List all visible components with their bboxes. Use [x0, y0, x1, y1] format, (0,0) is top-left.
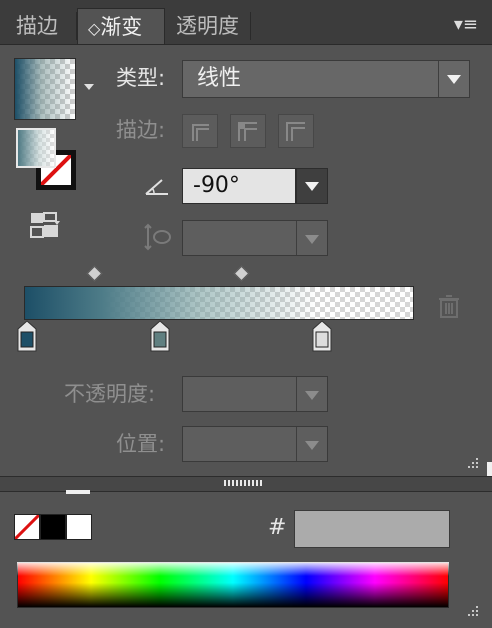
dropdown-arrow: [296, 221, 327, 255]
dropdown-arrow: [438, 61, 469, 97]
fill-swatch[interactable]: [16, 128, 56, 168]
stroke-across-icon: [286, 122, 305, 141]
resize-grip-icon[interactable]: [464, 604, 480, 620]
black-swatch[interactable]: [40, 514, 66, 540]
panel-menu-icon[interactable]: ▾≡: [454, 16, 478, 34]
stroke-along-icon: [238, 122, 257, 141]
angle-input[interactable]: -90°: [182, 168, 296, 204]
tab-collapse-icon: ◇: [88, 19, 101, 38]
gradient-stop[interactable]: [17, 320, 37, 352]
white-swatch[interactable]: [66, 514, 92, 540]
stroke-across-button[interactable]: [278, 114, 314, 148]
dropdown-arrow: [296, 377, 327, 411]
stroke-within-icon: [192, 124, 209, 141]
none-swatch[interactable]: [13, 513, 41, 541]
stroke-label: 描边:: [116, 118, 166, 142]
tab-stroke-label: 描边: [16, 14, 58, 38]
chevron-down-icon: [305, 182, 319, 191]
aspect-ratio-dropdown[interactable]: [182, 220, 328, 256]
reverse-gradient-icon[interactable]: [30, 212, 60, 238]
angle-dropdown-button[interactable]: [296, 168, 328, 204]
chevron-down-icon: [305, 441, 319, 450]
hex-input[interactable]: [294, 510, 450, 548]
tab-stroke[interactable]: 描边: [6, 8, 68, 44]
resize-grip-icon[interactable]: [464, 456, 480, 472]
stroke-within-button[interactable]: [182, 114, 218, 148]
delete-stop-icon[interactable]: [438, 294, 460, 318]
none-icon: [13, 513, 41, 541]
type-value: 线性: [197, 66, 242, 91]
gradient-midpoint-diamond[interactable]: [86, 265, 103, 282]
gradient-presets-arrow-icon[interactable]: [84, 84, 94, 90]
tab-gradient[interactable]: ◇渐变: [77, 8, 165, 44]
divider-grip-icon[interactable]: [224, 480, 264, 486]
tab-transparency-label: 透明度: [176, 14, 239, 38]
chevron-down-icon: [305, 391, 319, 400]
opacity-dropdown[interactable]: [182, 376, 328, 412]
aspect-ratio-icon: [144, 223, 171, 251]
panel-tab-nub: [66, 490, 90, 494]
gradient-stop[interactable]: [312, 320, 332, 352]
angle-icon: [145, 179, 168, 195]
chevron-down-icon: [305, 235, 319, 244]
hex-label: #: [268, 515, 287, 540]
tab-gradient-label: 渐变: [100, 15, 143, 39]
gradient-thumbnail[interactable]: [14, 58, 76, 120]
angle-value: -90°: [193, 173, 240, 198]
spectrum-highlight: [17, 562, 449, 576]
opacity-label: 不透明度:: [64, 382, 156, 406]
stroke-along-button[interactable]: [230, 114, 266, 148]
type-dropdown[interactable]: 线性: [182, 60, 470, 98]
chevron-down-icon: [447, 75, 461, 84]
location-dropdown[interactable]: [182, 426, 328, 462]
location-label: 位置:: [116, 432, 166, 456]
gradient-stop[interactable]: [150, 320, 170, 352]
type-label: 类型:: [116, 66, 166, 90]
gradient-midpoint-diamond[interactable]: [233, 265, 250, 282]
tab-transparency[interactable]: 透明度: [166, 8, 249, 44]
gradient-slider[interactable]: [24, 286, 414, 320]
dropdown-arrow: [296, 427, 327, 461]
tab-separator: [250, 12, 251, 40]
